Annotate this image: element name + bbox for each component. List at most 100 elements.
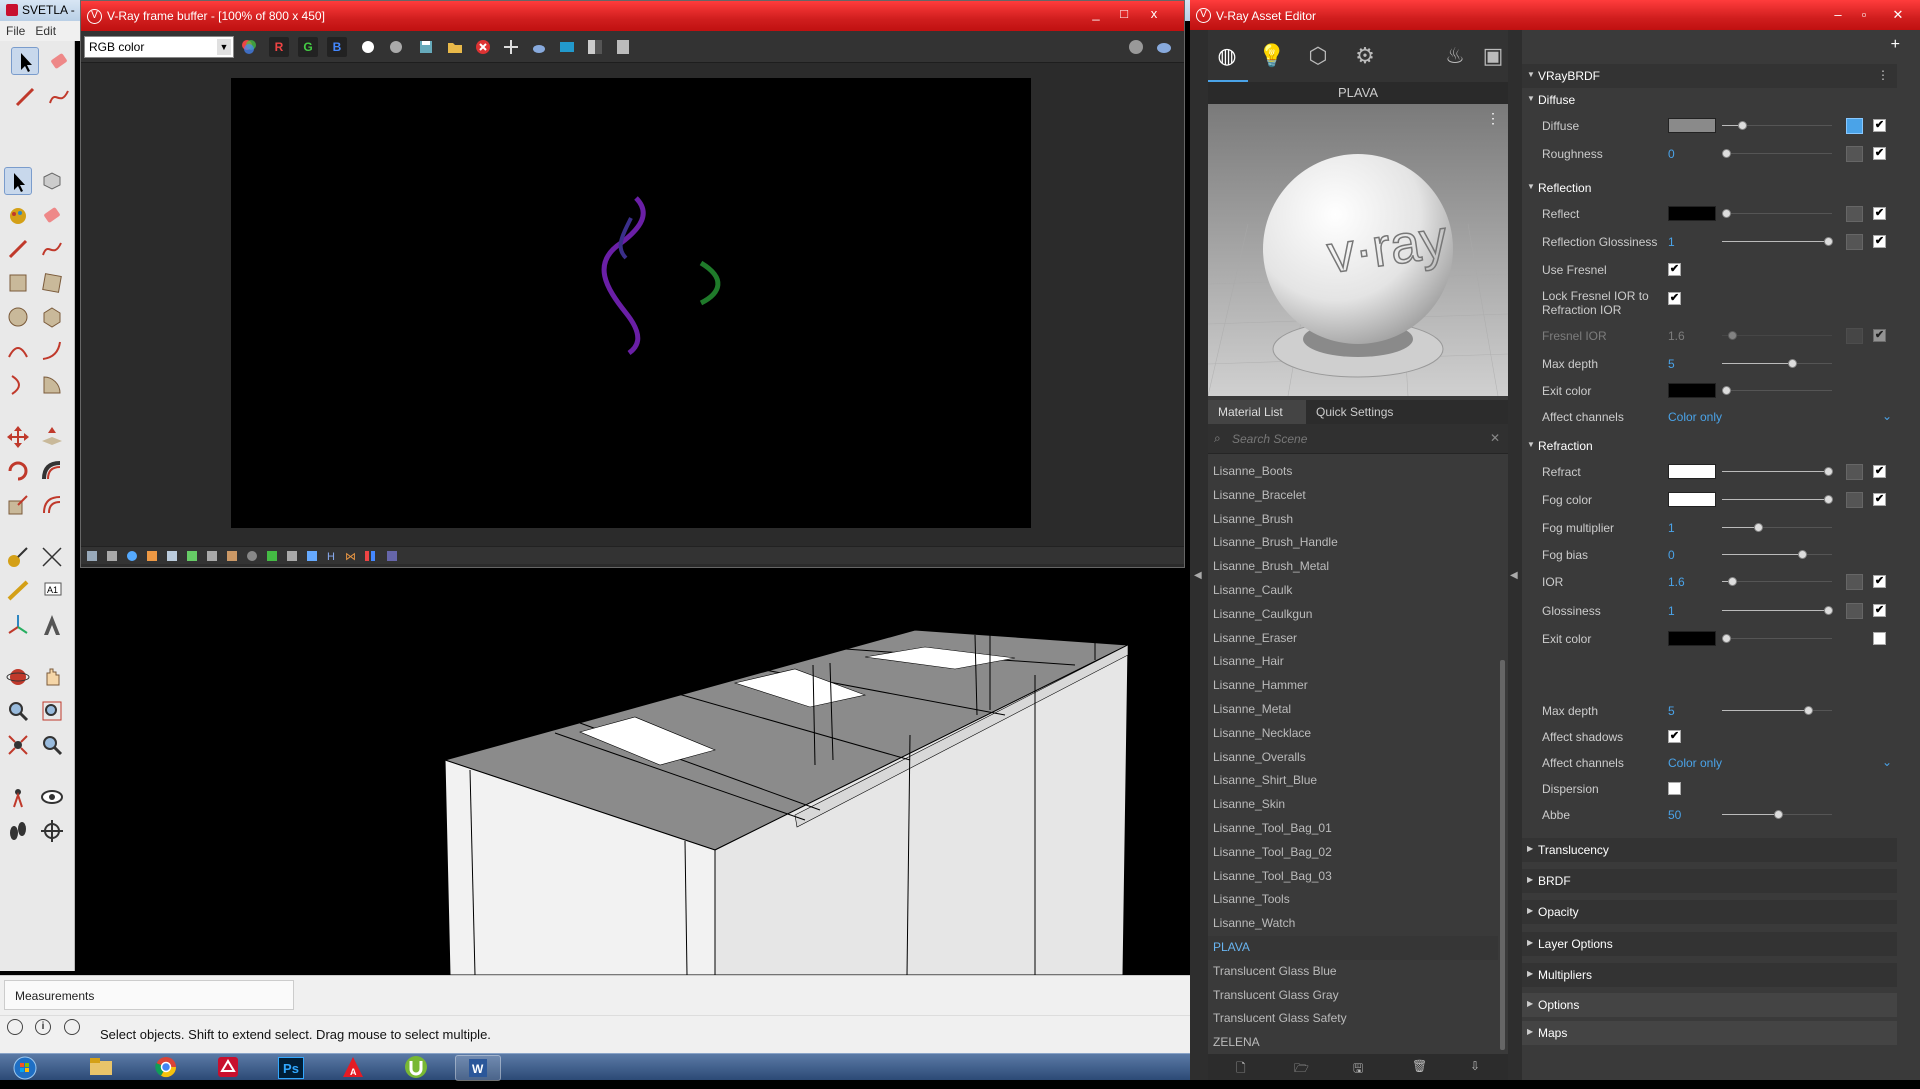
list-item[interactable]: Lisanne_Brush_Metal	[1208, 555, 1498, 579]
reflection-glossiness-texture-slot[interactable]	[1846, 234, 1863, 250]
component-icon[interactable]	[38, 167, 66, 195]
line-icon[interactable]	[4, 235, 32, 263]
list-item[interactable]: Lisanne_Bracelet	[1208, 484, 1498, 508]
minimize-button[interactable]: –	[1826, 6, 1850, 24]
refraction-max-depth-slider[interactable]	[1722, 706, 1832, 715]
track-mouse-icon[interactable]	[501, 37, 521, 57]
pie-icon[interactable]	[38, 371, 66, 399]
ior-value[interactable]: 1.6	[1668, 575, 1685, 589]
utorrent-icon[interactable]	[393, 1055, 439, 1081]
clear-image-icon[interactable]	[473, 37, 493, 57]
sketchup-3d-viewport[interactable]	[75, 565, 1190, 975]
minimize-button[interactable]: _	[1084, 5, 1108, 23]
new-file-icon[interactable]: 🗋	[1236, 1059, 1246, 1080]
save-icon[interactable]: 🖫	[1353, 1059, 1363, 1080]
refract-checkbox[interactable]: ✔	[1873, 465, 1886, 478]
explorer-icon[interactable]	[78, 1055, 124, 1081]
diffuse-texture-slot[interactable]	[1846, 118, 1863, 134]
reflection-glossiness-value[interactable]: 1	[1668, 235, 1675, 249]
glossiness-checkbox[interactable]: ✔	[1873, 604, 1886, 617]
collapse-right-icon[interactable]: ◀	[1510, 570, 1518, 581]
reflection-exit-color-swatch[interactable]	[1668, 383, 1716, 398]
save-icon[interactable]	[416, 37, 436, 57]
list-item[interactable]: Lisanne_Brush	[1208, 508, 1498, 532]
start-orb-icon[interactable]	[4, 1055, 46, 1081]
clear-search-icon[interactable]: ✕	[1490, 431, 1500, 445]
offset-icon[interactable]	[38, 491, 66, 519]
maximize-button[interactable]: ▫	[1852, 6, 1876, 24]
geometry-category-icon[interactable]: ⬡	[1301, 38, 1335, 74]
reflection-section-header[interactable]: ▼ Reflection	[1522, 176, 1897, 200]
material-list-scrollbar[interactable]	[1500, 660, 1505, 1050]
tab-quick-settings[interactable]: Quick Settings	[1306, 400, 1426, 424]
position-camera-icon[interactable]	[4, 783, 32, 811]
refraction-affect-channels-dropdown[interactable]: Color only ⌄	[1668, 755, 1892, 770]
ior-checkbox[interactable]: ✔	[1873, 575, 1886, 588]
translucency-section-header[interactable]: ▶ Translucency	[1522, 838, 1897, 862]
user-icon[interactable]	[64, 1019, 80, 1035]
measurements-label[interactable]: Measurements	[4, 980, 294, 1010]
reflection-glossiness-checkbox[interactable]: ✔	[1873, 235, 1886, 248]
reflection-glossiness-slider[interactable]	[1722, 237, 1833, 246]
orbit-icon[interactable]	[4, 663, 32, 691]
previous-view-icon[interactable]	[38, 731, 66, 759]
reflection-affect-channels-dropdown[interactable]: Color only ⌄	[1668, 409, 1892, 424]
alpha-gray-icon[interactable]	[386, 37, 406, 57]
delete-icon[interactable]: 🗑	[1412, 1059, 1427, 1073]
zoom-window-icon[interactable]	[38, 697, 66, 725]
fog-multiplier-slider[interactable]	[1722, 523, 1832, 532]
purge-icon[interactable]: ⇩	[1470, 1059, 1480, 1073]
fresnel-ior-value[interactable]: 1.6	[1668, 329, 1685, 343]
abbe-value[interactable]: 50	[1668, 808, 1681, 822]
refraction-section-header[interactable]: ▼ Refraction	[1522, 434, 1897, 458]
list-item[interactable]: Lisanne_Hammer	[1208, 674, 1498, 698]
maximize-button[interactable]: □	[1112, 5, 1136, 23]
refract-texture-slot[interactable]	[1846, 464, 1863, 480]
refraction-exit-color-slider[interactable]	[1722, 634, 1832, 643]
refraction-exit-color-swatch[interactable]	[1668, 631, 1716, 646]
reflect-checkbox[interactable]: ✔	[1873, 207, 1886, 220]
layer-menu-icon[interactable]: ⋮	[1877, 68, 1889, 82]
brdf-section-header[interactable]: ▶ BRDF	[1522, 869, 1897, 893]
freehand-tool-icon[interactable]	[45, 83, 73, 111]
render-teapot-icon[interactable]: ♨	[1438, 38, 1472, 74]
glossiness-slider[interactable]	[1722, 606, 1833, 615]
reflection-exit-color-slider[interactable]	[1722, 386, 1832, 395]
select-tool-icon[interactable]	[11, 47, 39, 75]
diffuse-slider[interactable]	[1722, 121, 1832, 130]
region-render-icon[interactable]	[557, 37, 577, 57]
add-layer-icon[interactable]: +	[1891, 36, 1900, 54]
scale-icon[interactable]	[4, 491, 32, 519]
list-item[interactable]: Lisanne_Tool_Bag_02	[1208, 841, 1498, 865]
settings-category-icon[interactable]: ⚙	[1348, 38, 1382, 74]
refraction-exit-color-checkbox[interactable]	[1873, 632, 1886, 645]
freehand-icon[interactable]	[38, 235, 66, 263]
opacity-section-header[interactable]: ▶ Opacity	[1522, 900, 1897, 924]
rotated-rectangle-icon[interactable]	[38, 269, 66, 297]
open-folder-icon[interactable]: 🗁	[1294, 1059, 1309, 1080]
reflect-texture-slot[interactable]	[1846, 206, 1863, 222]
reflect-color-swatch[interactable]	[1668, 206, 1716, 221]
pan-icon[interactable]	[38, 663, 66, 691]
render-icon[interactable]	[1154, 37, 1174, 57]
list-item[interactable]: Lisanne_Skin	[1208, 793, 1498, 817]
frame-buffer-icon[interactable]: ▣	[1476, 38, 1510, 74]
list-item[interactable]: Lisanne_Overalls	[1208, 746, 1498, 770]
look-around-icon[interactable]	[38, 783, 66, 811]
materials-category-icon[interactable]: ◍	[1210, 38, 1244, 74]
rotate-icon[interactable]	[4, 457, 32, 485]
list-item[interactable]: Translucent Glass Safety	[1208, 1007, 1498, 1031]
list-item[interactable]: Lisanne_Boots	[1208, 460, 1498, 484]
lens-effects-icon[interactable]	[1126, 37, 1146, 57]
red-channel-button[interactable]: R	[269, 37, 289, 57]
list-item[interactable]: Lisanne_Shirt_Blue	[1208, 769, 1498, 793]
close-button[interactable]: ✕	[1886, 6, 1910, 24]
ior-slider[interactable]	[1722, 577, 1832, 586]
select-arrow-icon[interactable]	[4, 167, 32, 195]
circle-icon[interactable]	[4, 303, 32, 331]
reflection-max-depth-value[interactable]: 5	[1668, 357, 1675, 371]
list-item[interactable]: Translucent Glass Blue	[1208, 960, 1498, 984]
collapse-left-icon[interactable]: ◀	[1194, 570, 1202, 581]
search-input[interactable]: Search Scene	[1232, 432, 1307, 446]
move-icon[interactable]	[4, 423, 32, 451]
